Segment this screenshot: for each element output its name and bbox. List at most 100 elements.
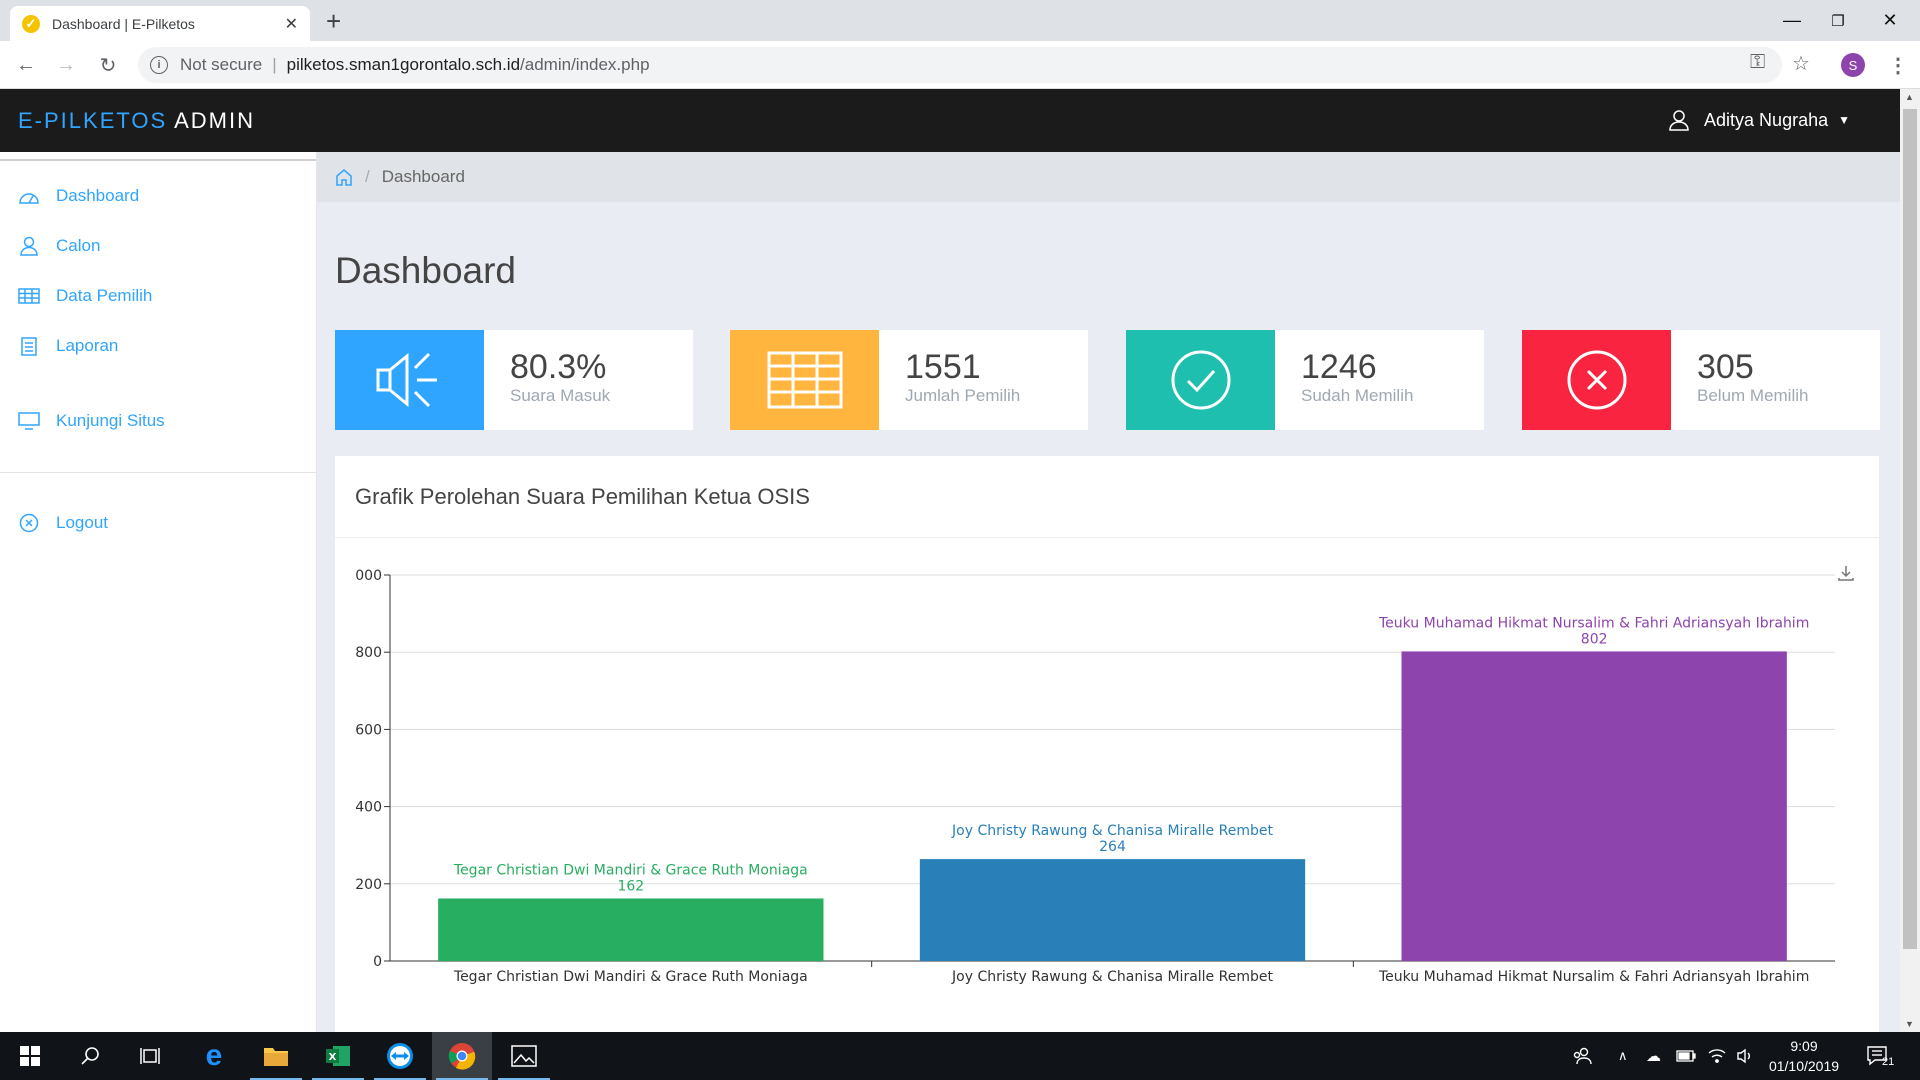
- stat-card-suara-masuk: 80.3% Suara Masuk: [335, 330, 693, 430]
- chrome-icon[interactable]: [432, 1032, 492, 1080]
- stat-card-belum-memilih: 305 Belum Memilih: [1522, 330, 1880, 430]
- battery-icon[interactable]: [1676, 1032, 1696, 1080]
- task-view-icon[interactable]: [120, 1032, 180, 1080]
- x-tick-label: Tegar Christian Dwi Mandiri & Grace Ruth…: [453, 969, 808, 985]
- photos-icon[interactable]: [494, 1032, 554, 1080]
- show-hidden-icons-icon[interactable]: ∧: [1618, 1032, 1628, 1080]
- stat-value: 1551: [905, 348, 981, 386]
- volume-icon[interactable]: [1736, 1032, 1754, 1080]
- page-scrollbar[interactable]: ▲ ▼: [1900, 89, 1920, 1032]
- app-navbar: E-PILKETOS ADMIN Aditya Nugraha ▼: [0, 89, 1900, 152]
- address-bar[interactable]: i Not secure | pilketos.sman1gorontalo.s…: [138, 47, 1782, 83]
- sidebar-item-logout[interactable]: Logout: [18, 512, 108, 534]
- windows-taskbar: e X ∧ ☁ 9:09 01/10/2019 21: [0, 1032, 1920, 1080]
- chart-panel: Grafik Perolehan Suara Pemilihan Ketua O…: [335, 456, 1879, 1032]
- sidebar-item-laporan[interactable]: Laporan: [18, 335, 118, 357]
- teamviewer-icon[interactable]: [370, 1032, 430, 1080]
- user-name: Aditya Nugraha: [1704, 109, 1829, 130]
- dashboard-icon: [18, 185, 40, 207]
- new-tab-icon[interactable]: +: [326, 6, 341, 36]
- info-icon[interactable]: i: [150, 56, 168, 74]
- stat-label: Jumlah Pemilih: [905, 386, 1021, 405]
- search-icon[interactable]: [60, 1032, 120, 1080]
- y-tick-label: 000: [355, 568, 382, 584]
- clipboard-icon: [18, 335, 40, 357]
- y-tick-label: 800: [355, 645, 382, 661]
- scroll-up-icon[interactable]: ▲: [1905, 92, 1914, 102]
- notification-count: 21: [1882, 1056, 1895, 1068]
- maximize-icon[interactable]: ❐: [1808, 0, 1868, 41]
- y-tick-label: 400: [355, 800, 382, 816]
- browser-tab[interactable]: ✓ Dashboard | E-Pilketos ✕: [10, 6, 310, 41]
- sidebar: Dashboard Calon Data Pemilih Laporan Kun…: [0, 152, 317, 1032]
- reload-icon[interactable]: ↻: [94, 51, 122, 79]
- page-title: Dashboard: [335, 250, 517, 291]
- menu-kebab-icon[interactable]: ⋮: [1888, 53, 1908, 78]
- bar-category-label: Joy Christy Rawung & Chanisa Miralle Rem…: [951, 823, 1273, 839]
- close-tab-icon[interactable]: ✕: [285, 14, 298, 34]
- browser-tab-strip: ✓ Dashboard | E-Pilketos ✕ + — ❐ ✕: [0, 0, 1920, 41]
- monitor-icon: [18, 410, 40, 432]
- forward-icon[interactable]: →: [52, 51, 80, 79]
- user-icon: [18, 235, 40, 257]
- people-icon[interactable]: [1572, 1032, 1592, 1080]
- svg-text:X: X: [329, 1052, 337, 1063]
- clock-date: 01/10/2019: [1768, 1058, 1840, 1074]
- file-explorer-icon[interactable]: [246, 1032, 306, 1080]
- main-content: / Dashboard Dashboard 80.3% Suara Masuk …: [317, 152, 1900, 1032]
- user-menu[interactable]: Aditya Nugraha ▼: [1668, 109, 1850, 131]
- close-window-icon[interactable]: ✕: [1860, 0, 1920, 41]
- tab-title: Dashboard | E-Pilketos: [52, 15, 195, 32]
- stat-value: 1246: [1301, 348, 1377, 386]
- speaker-icon: [335, 330, 484, 430]
- scrollbar-thumb[interactable]: [1903, 109, 1917, 949]
- bar-category-label: Teuku Muhamad Hikmat Nursalim & Fahri Ad…: [1378, 615, 1809, 631]
- bar-category-label: Tegar Christian Dwi Mandiri & Grace Ruth…: [453, 862, 808, 878]
- key-icon[interactable]: ⚿: [1750, 51, 1765, 74]
- onedrive-icon[interactable]: ☁: [1646, 1032, 1661, 1080]
- brand-logo[interactable]: E-PILKETOS ADMIN: [18, 108, 255, 134]
- stat-label: Belum Memilih: [1697, 386, 1809, 405]
- stat-label: Suara Masuk: [510, 386, 611, 405]
- sidebar-item-dashboard[interactable]: Dashboard: [18, 185, 139, 207]
- sidebar-item-data-pemilih[interactable]: Data Pemilih: [18, 285, 152, 307]
- bar-chart: 0 200 400 600 800 000 Tegar Christian Dwi Mand…: [355, 568, 1835, 985]
- url-host: pilketos.sman1gorontalo.sch.id: [286, 55, 521, 74]
- y-tick-label: 600: [355, 722, 382, 738]
- clock-time: 9:09: [1790, 1038, 1818, 1054]
- table-icon: [730, 330, 879, 430]
- close-circle-icon: [1522, 330, 1671, 430]
- chart-bar: [1401, 651, 1787, 961]
- stat-value: 80.3%: [510, 348, 607, 386]
- caret-down-icon: ▼: [1838, 113, 1850, 127]
- bar-value-label: 802: [1581, 631, 1608, 647]
- action-center-icon[interactable]: 21: [1866, 1032, 1894, 1080]
- user-icon: [1669, 110, 1689, 131]
- bookmark-star-icon[interactable]: ☆: [1792, 51, 1810, 76]
- bar-value-label: 162: [617, 878, 644, 894]
- taskbar-clock[interactable]: 9:09 01/10/2019: [1764, 1036, 1844, 1076]
- profile-avatar[interactable]: S: [1841, 53, 1865, 77]
- home-icon[interactable]: [335, 168, 353, 186]
- stat-card-sudah-memilih: 1246 Sudah Memilih: [1126, 330, 1484, 430]
- y-tick-label: 200: [355, 877, 382, 893]
- back-icon[interactable]: ←: [12, 51, 40, 79]
- not-secure-label: Not secure: [180, 55, 263, 74]
- sidebar-item-calon[interactable]: Calon: [18, 235, 100, 257]
- chart-bar: [438, 898, 824, 961]
- edge-browser-icon[interactable]: e: [184, 1032, 244, 1080]
- breadcrumb-current: Dashboard: [381, 167, 465, 186]
- excel-icon[interactable]: X: [308, 1032, 368, 1080]
- windows-start-icon[interactable]: [0, 1032, 60, 1080]
- stat-label: Sudah Memilih: [1301, 386, 1414, 405]
- scroll-down-icon[interactable]: ▼: [1905, 1019, 1914, 1029]
- x-tick-label: Teuku Muhamad Hikmat Nursalim & Fahri Ad…: [1378, 969, 1809, 985]
- chart-panel-title: Grafik Perolehan Suara Pemilihan Ketua O…: [335, 456, 1879, 538]
- table-icon: [18, 285, 40, 307]
- stat-value: 305: [1697, 348, 1754, 386]
- y-tick-label: 0: [373, 954, 382, 970]
- wifi-icon[interactable]: [1708, 1032, 1726, 1080]
- breadcrumb: / Dashboard: [317, 152, 1900, 202]
- sidebar-item-kunjungi-situs[interactable]: Kunjungi Situs: [18, 410, 165, 432]
- site-favicon-icon: ✓: [22, 14, 40, 33]
